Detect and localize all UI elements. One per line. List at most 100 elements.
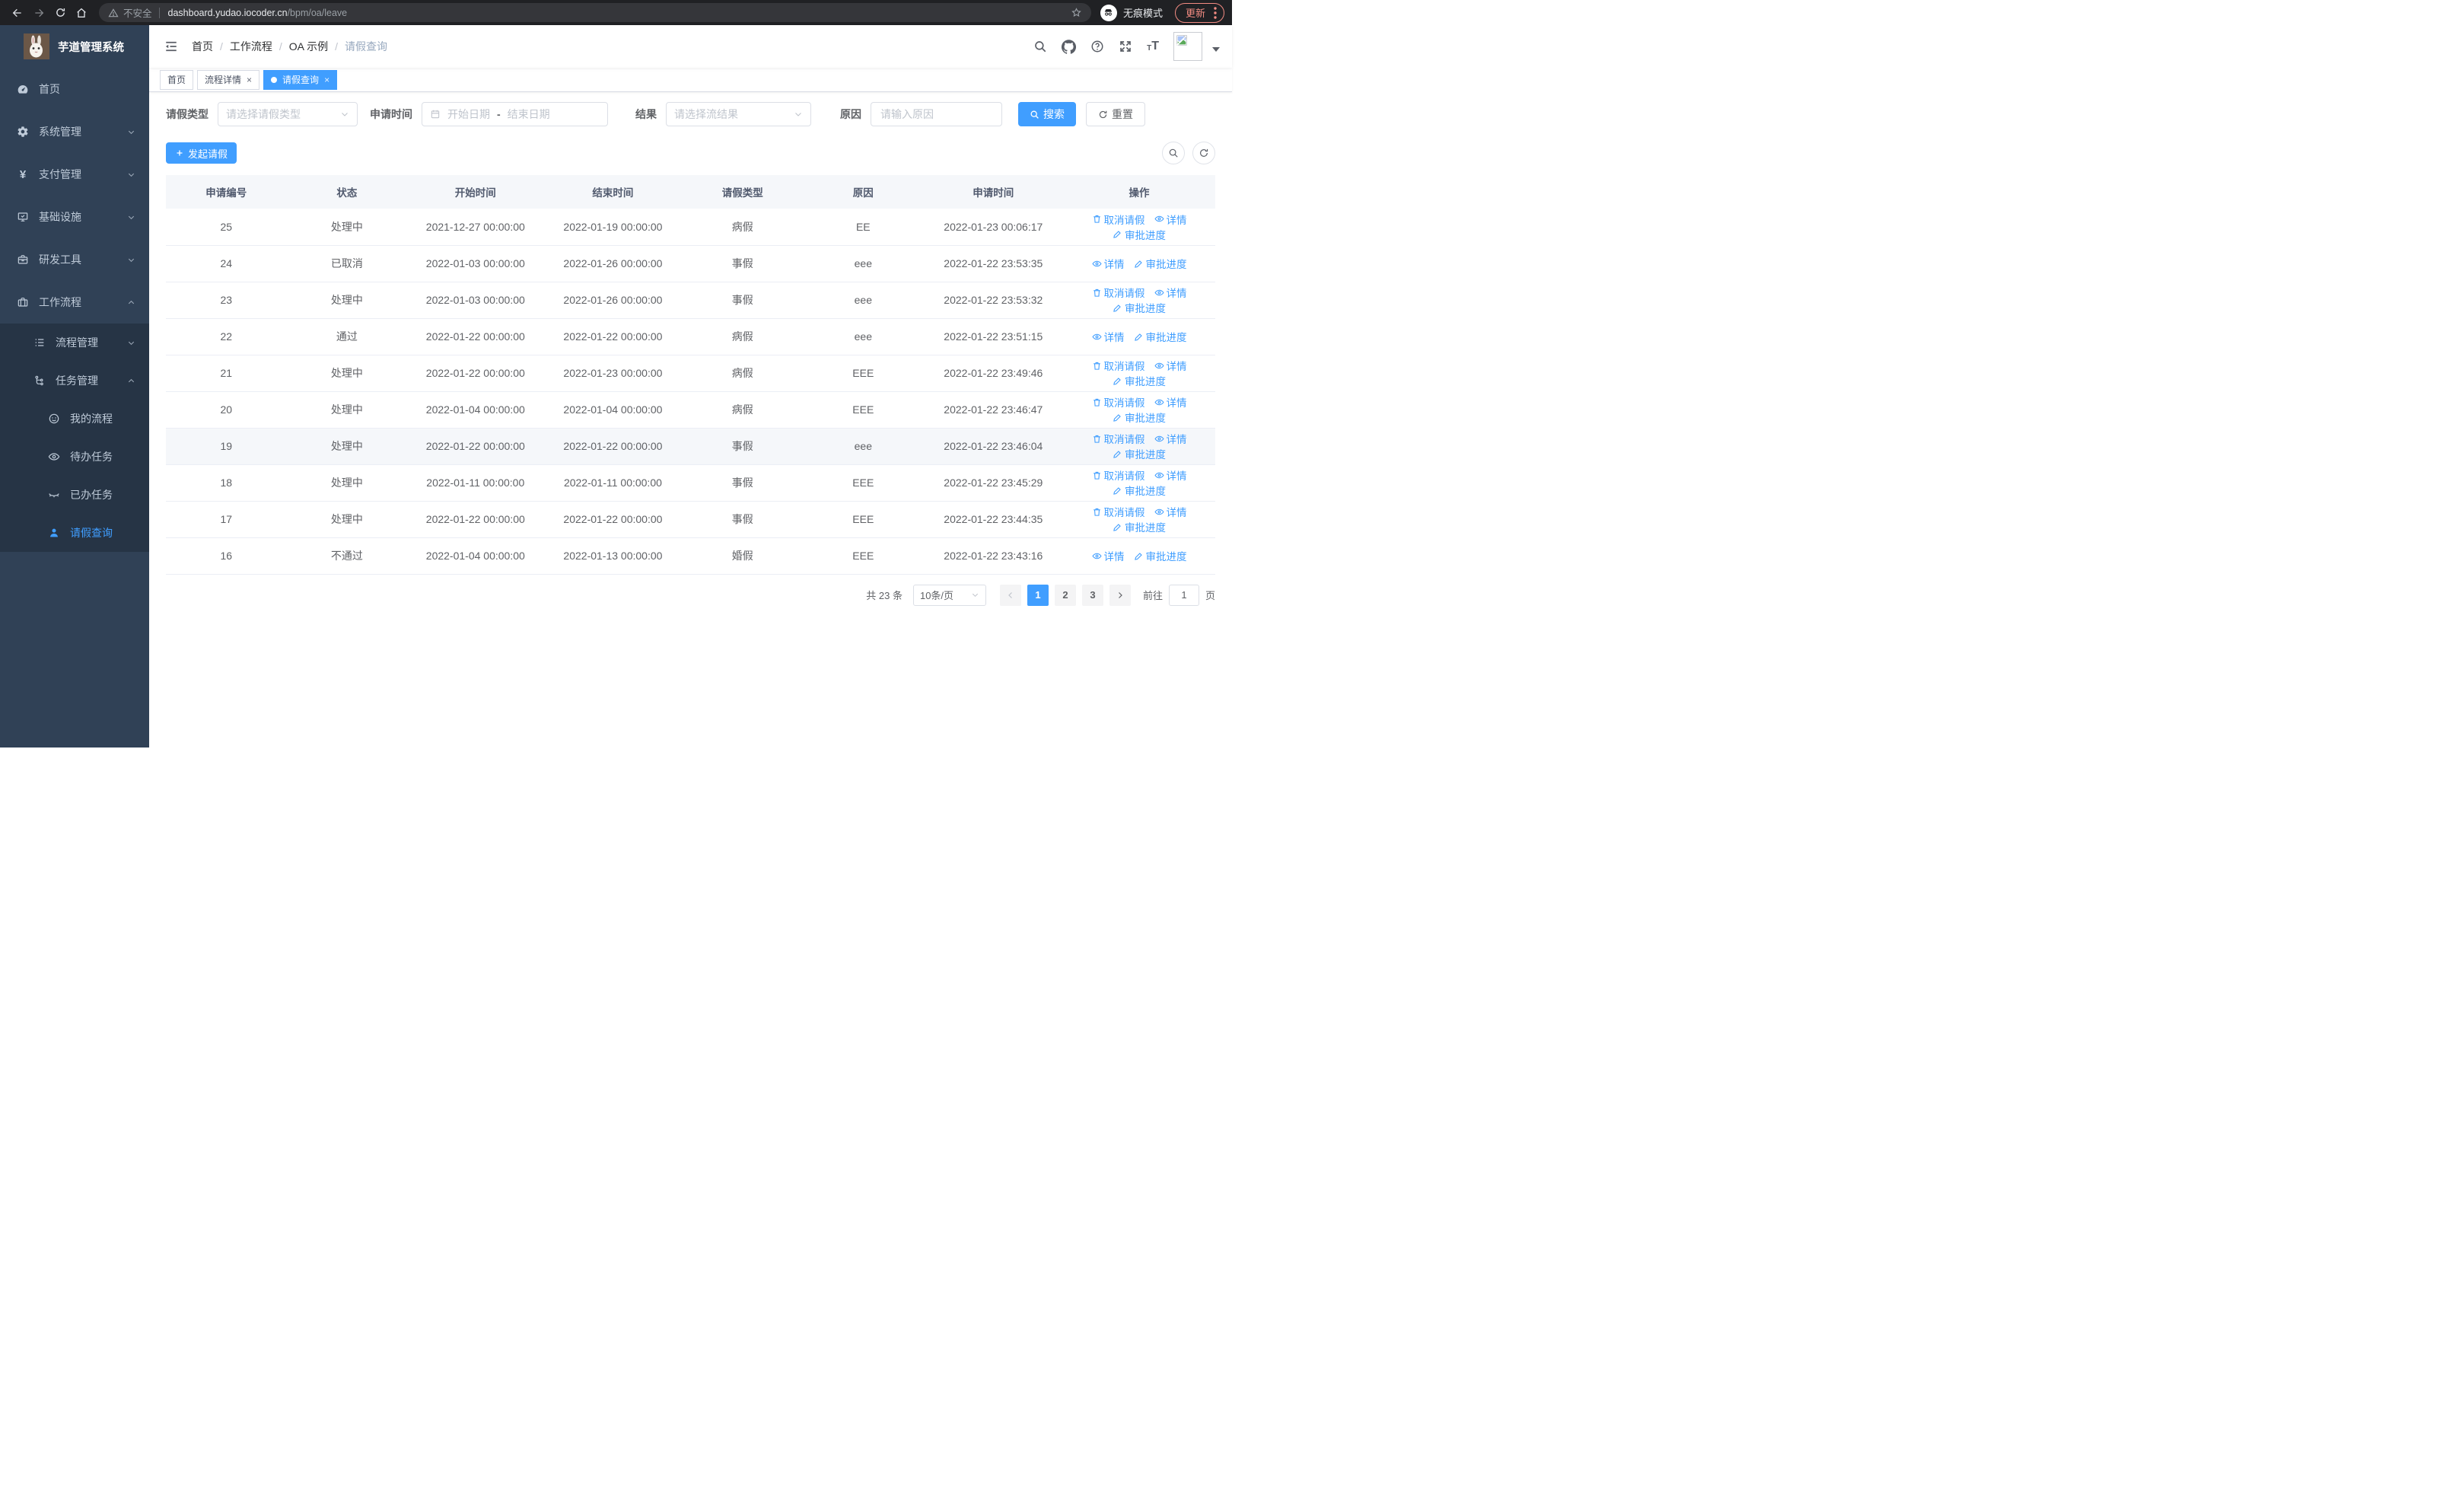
cancel-leave-link[interactable]: 取消请假 <box>1092 394 1145 410</box>
sidebar-item-workflow[interactable]: 工作流程 <box>0 281 149 324</box>
goto-page-input[interactable] <box>1168 584 1199 606</box>
table-row: 21 处理中 2022-01-22 00:00:00 2022-01-23 00… <box>166 355 1215 392</box>
cell-end-time: 2022-01-22 00:00:00 <box>543 318 683 355</box>
reason-input[interactable] <box>871 102 1002 126</box>
sidebar-item-todo-tasks[interactable]: 待办任务 <box>0 438 149 476</box>
detail-link[interactable]: 详情 <box>1154 212 1187 227</box>
page-button-1[interactable]: 1 <box>1027 584 1049 606</box>
page-button-2[interactable]: 2 <box>1054 584 1076 606</box>
chevron-left-icon <box>1008 591 1012 598</box>
sidebar-item-task-mgmt[interactable]: 任务管理 <box>0 362 149 400</box>
detail-link[interactable]: 详情 <box>1154 394 1187 410</box>
sidebar-item-done-tasks[interactable]: 已办任务 <box>0 476 149 514</box>
breadcrumb-separator: / <box>335 40 339 53</box>
detail-link[interactable]: 详情 <box>1154 358 1187 373</box>
approval-progress-link[interactable]: 审批进度 <box>1113 227 1166 242</box>
font-size-button[interactable]: TT <box>1147 40 1159 53</box>
detail-link[interactable]: 详情 <box>1154 285 1187 300</box>
cell-status: 处理中 <box>286 428 408 465</box>
cancel-leave-link[interactable]: 取消请假 <box>1092 212 1145 227</box>
approval-progress-link[interactable]: 审批进度 <box>1134 256 1187 271</box>
reset-button[interactable]: 重置 <box>1086 102 1145 126</box>
tab-home[interactable]: 首页 <box>160 69 194 90</box>
approval-progress-link[interactable]: 审批进度 <box>1113 483 1166 498</box>
detail-link[interactable]: 详情 <box>1154 504 1187 519</box>
sidebar-item-system[interactable]: 系统管理 <box>0 110 149 153</box>
sidebar-item-leave-query[interactable]: 请假查询 <box>0 514 149 552</box>
cancel-leave-link[interactable]: 取消请假 <box>1092 358 1145 373</box>
address-bar[interactable]: 不安全 dashboard.yudao.iocoder.cn/bpm/oa/le… <box>99 3 1091 22</box>
cancel-leave-link[interactable]: 取消请假 <box>1092 285 1145 300</box>
avatar-caret-icon[interactable] <box>1212 47 1220 52</box>
browser-back-button[interactable] <box>8 3 27 23</box>
detail-link[interactable]: 详情 <box>1091 256 1125 271</box>
browser-update-button[interactable]: 更新 <box>1174 2 1224 23</box>
col-apply-id: 申请编号 <box>166 175 287 209</box>
user-icon <box>50 528 58 537</box>
result-select[interactable]: 请选择流结果 <box>666 102 811 126</box>
detail-link[interactable]: 详情 <box>1154 467 1187 483</box>
bookmark-star-icon[interactable] <box>1071 7 1082 18</box>
search-button[interactable]: 搜索 <box>1018 102 1076 126</box>
detail-link[interactable]: 详情 <box>1091 548 1125 563</box>
next-page-button[interactable] <box>1109 584 1131 606</box>
tab-process-detail[interactable]: 流程详情 × <box>197 69 260 90</box>
top-navbar: 首页 / 工作流程 / OA 示例 / 请假查询 T T <box>149 25 1232 68</box>
browser-forward-button[interactable] <box>29 3 49 23</box>
approval-progress-link[interactable]: 审批进度 <box>1113 373 1166 388</box>
refresh-table-button[interactable] <box>1192 142 1215 164</box>
create-leave-button[interactable]: 发起请假 <box>166 142 237 164</box>
approval-progress-link[interactable]: 审批进度 <box>1134 329 1187 344</box>
sidebar-item-devtools[interactable]: 研发工具 <box>0 238 149 281</box>
cancel-leave-link[interactable]: 取消请假 <box>1092 467 1145 483</box>
actions-cell: 详情 审批进度 <box>1063 537 1215 575</box>
table-row: 16 不通过 2022-01-04 00:00:00 2022-01-13 00… <box>166 537 1215 575</box>
sidebar-item-home[interactable]: 首页 <box>0 68 149 110</box>
cell-reason: eee <box>803 428 924 465</box>
browser-menu-icon[interactable] <box>1214 6 1217 19</box>
sidebar-collapse-button[interactable] <box>161 37 181 56</box>
page-size-select[interactable]: 10条/页 <box>912 584 986 606</box>
col-actions: 操作 <box>1063 175 1215 209</box>
approval-progress-link[interactable]: 审批进度 <box>1113 300 1166 315</box>
github-link-button[interactable] <box>1062 39 1077 54</box>
cancel-leave-link[interactable]: 取消请假 <box>1092 504 1145 519</box>
cell-start-time: 2021-12-27 00:00:00 <box>407 209 544 246</box>
approval-progress-link[interactable]: 审批进度 <box>1113 446 1166 461</box>
actions-cell: 取消请假 详情 审批进度 <box>1063 464 1215 502</box>
toggle-search-button[interactable] <box>1162 142 1185 164</box>
detail-link[interactable]: 详情 <box>1091 329 1125 344</box>
avatar[interactable] <box>1173 32 1202 61</box>
help-button[interactable] <box>1090 40 1104 53</box>
tab-label: 流程详情 <box>205 75 242 85</box>
sidebar-item-infra[interactable]: 基础设施 <box>0 196 149 238</box>
header-search-button[interactable] <box>1033 40 1047 53</box>
sidebar-item-payment[interactable]: ¥ 支付管理 <box>0 153 149 196</box>
prev-page-button[interactable] <box>999 584 1021 606</box>
close-icon[interactable]: × <box>247 75 252 84</box>
browser-reload-button[interactable] <box>50 3 70 23</box>
tab-leave-query[interactable]: 请假查询 × <box>263 69 338 90</box>
page-button-3[interactable]: 3 <box>1081 584 1103 606</box>
sidebar-item-my-process[interactable]: 我的流程 <box>0 400 149 438</box>
approval-progress-link[interactable]: 审批进度 <box>1113 519 1166 534</box>
approval-progress-link[interactable]: 审批进度 <box>1113 410 1166 425</box>
cell-reason: EEE <box>803 501 924 538</box>
breadcrumb: 首页 / 工作流程 / OA 示例 / 请假查询 <box>192 39 387 54</box>
monitor-icon <box>18 212 28 222</box>
approval-progress-link[interactable]: 审批进度 <box>1134 548 1187 563</box>
breadcrumb-home[interactable]: 首页 <box>192 39 213 54</box>
browser-home-button[interactable] <box>72 3 91 23</box>
date-separator: - <box>497 108 501 120</box>
eye-icon <box>1154 215 1164 222</box>
cell-apply-id: 23 <box>166 282 287 319</box>
sidebar-item-process-mgmt[interactable]: 流程管理 <box>0 324 149 362</box>
fullscreen-button[interactable] <box>1119 40 1132 53</box>
cancel-leave-link[interactable]: 取消请假 <box>1092 431 1145 446</box>
close-icon[interactable]: × <box>324 75 329 84</box>
detail-link[interactable]: 详情 <box>1154 431 1187 446</box>
apply-time-range-picker[interactable]: 开始日期 - 结束日期 <box>422 102 608 126</box>
cell-apply-time: 2022-01-22 23:44:35 <box>923 501 1063 538</box>
chevron-up-icon <box>128 378 135 382</box>
leave-type-select[interactable]: 请选择请假类型 <box>218 102 358 126</box>
